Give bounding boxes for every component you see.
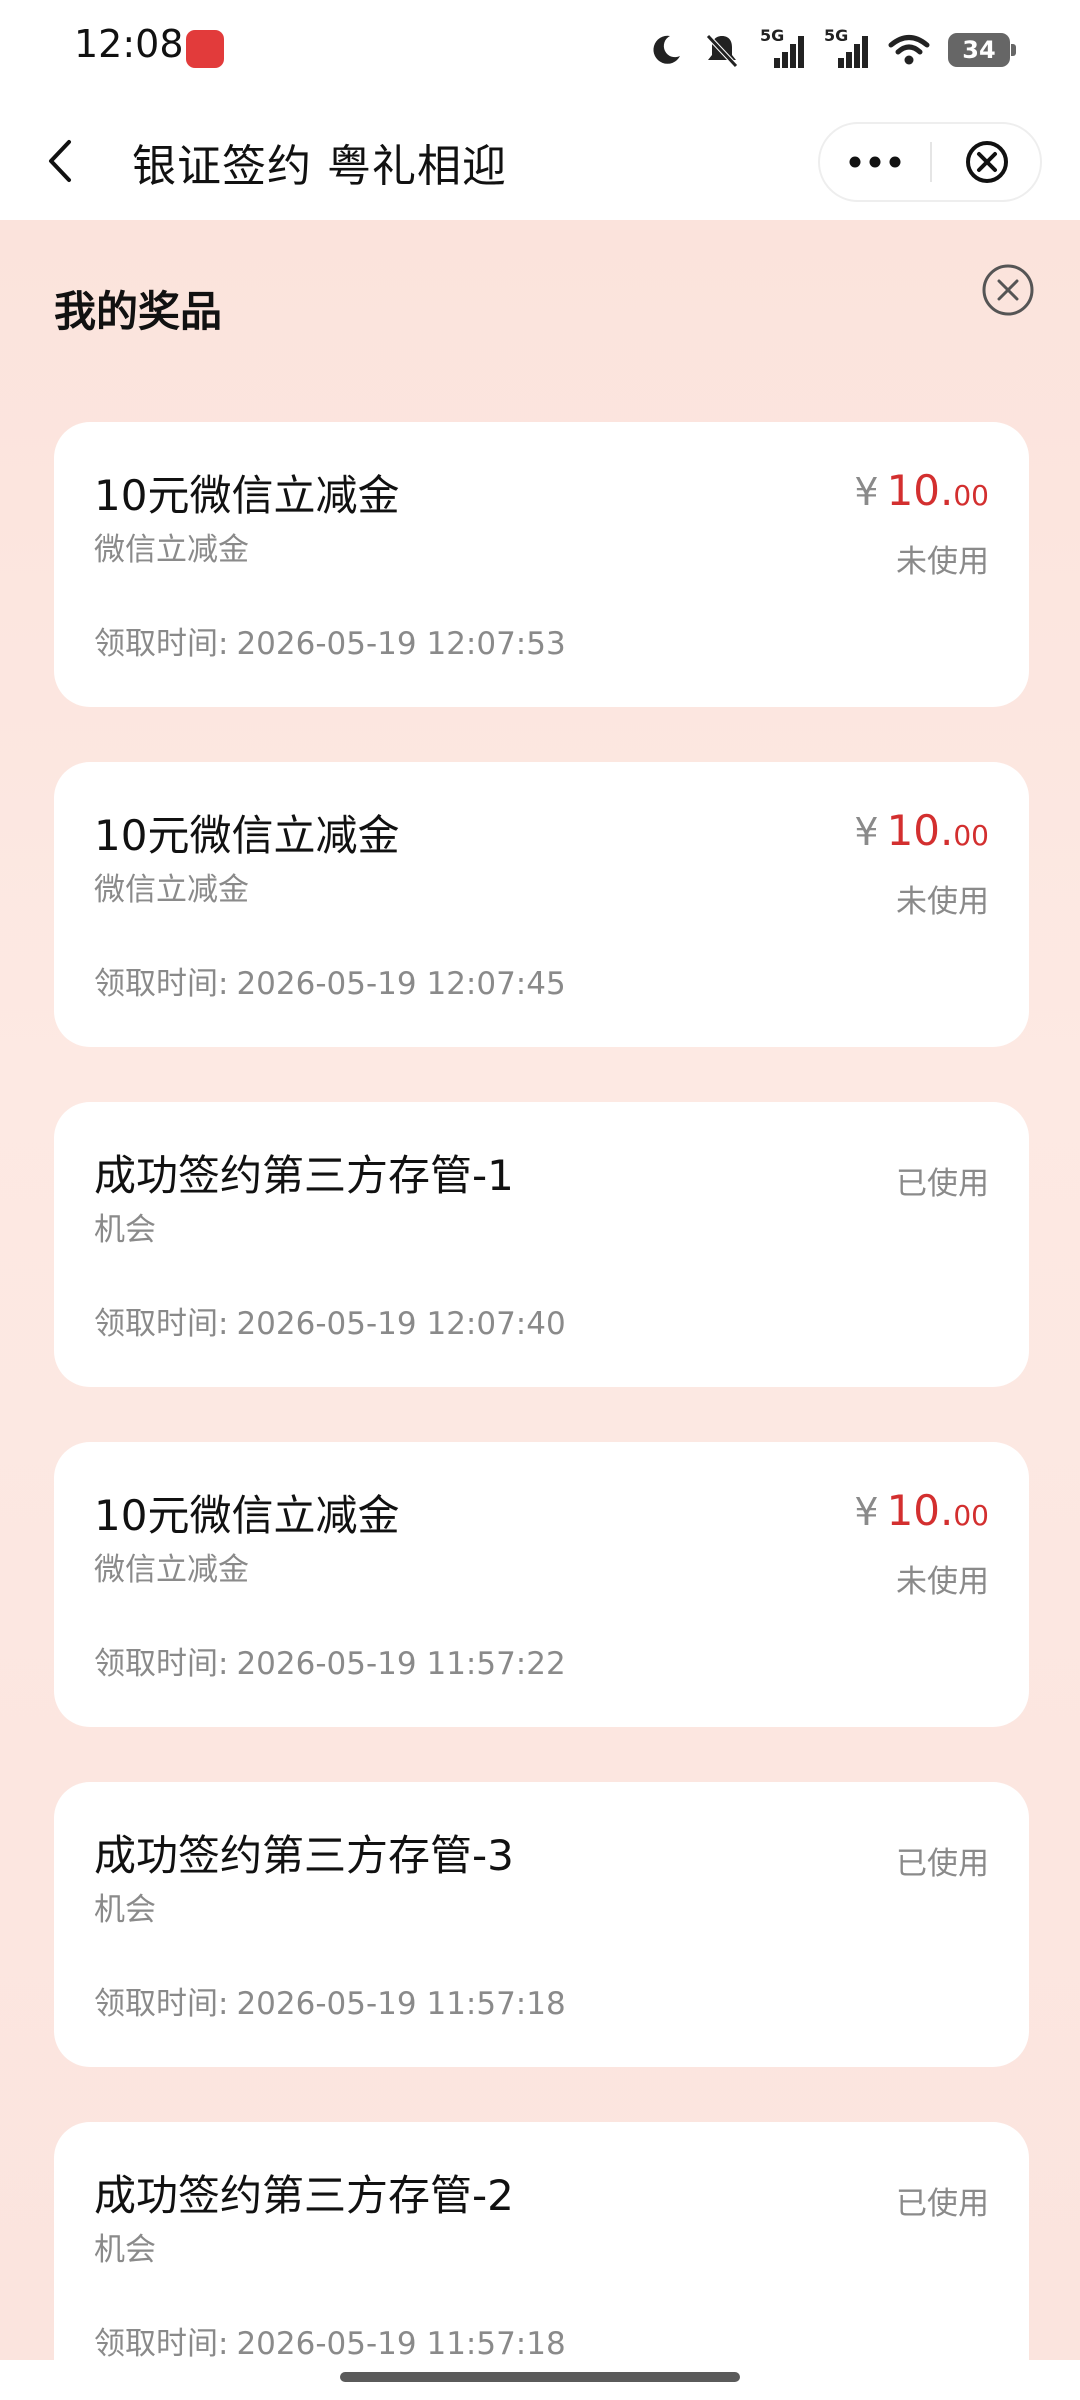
close-miniprogram-button[interactable] <box>932 124 1042 200</box>
prize-title: 10元微信立减金 <box>94 1491 400 1540</box>
currency-symbol: ¥ <box>854 470 879 514</box>
claim-time-value: 2026-05-19 12:07:53 <box>236 626 566 662</box>
prize-card[interactable]: 10元微信立减金 微信立减金 领取时间: 2026-05-19 12:07:45 … <box>54 762 1029 1047</box>
amount-decimal: 00 <box>953 819 989 852</box>
prize-type: 微信立减金 <box>94 532 249 568</box>
more-dots-icon <box>849 156 901 168</box>
prize-status: 未使用 <box>896 884 989 920</box>
amount-integer: 10. <box>886 806 954 855</box>
prize-claim-time: 领取时间: 2026-05-19 12:07:53 <box>94 618 566 663</box>
prize-title: 成功签约第三方存管-1 <box>94 1151 514 1200</box>
claim-time-label: 领取时间: <box>94 1986 229 2022</box>
prize-type: 机会 <box>94 1892 156 1928</box>
back-button[interactable] <box>30 126 90 196</box>
prize-card[interactable]: 成功签约第三方存管-3 机会 领取时间: 2026-05-19 11:57:18 … <box>54 1782 1029 2067</box>
prize-amount: ¥10. 00 <box>854 1486 989 1535</box>
claim-time-label: 领取时间: <box>94 1306 229 1342</box>
prize-title: 成功签约第三方存管-2 <box>94 2171 514 2220</box>
more-button[interactable] <box>820 124 930 200</box>
prize-claim-time: 领取时间: 2026-05-19 11:57:22 <box>94 1638 566 1683</box>
prize-title: 10元微信立减金 <box>94 811 400 860</box>
mini-program-capsule <box>818 122 1042 202</box>
home-indicator[interactable] <box>340 2372 740 2382</box>
prize-status: 已使用 <box>896 2186 989 2222</box>
prize-list: 10元微信立减金 微信立减金 领取时间: 2026-05-19 12:07:53 … <box>54 422 1029 2360</box>
prize-amount: ¥10. 00 <box>854 806 989 855</box>
status-bar: 12:08 5G 5G 34 <box>0 0 1080 100</box>
amount-integer: 10. <box>886 1486 954 1535</box>
prize-card[interactable]: 10元微信立减金 微信立减金 领取时间: 2026-05-19 12:07:53 … <box>54 422 1029 707</box>
prize-title: 成功签约第三方存管-3 <box>94 1831 514 1880</box>
do-not-disturb-moon-icon <box>653 35 680 64</box>
amount-decimal: 00 <box>953 1499 989 1532</box>
prize-status: 已使用 <box>896 1846 989 1882</box>
prize-card[interactable]: 10元微信立减金 微信立减金 领取时间: 2026-05-19 11:57:22 … <box>54 1442 1029 1727</box>
page-title: 银证签约 粤礼相迎 <box>132 141 507 192</box>
prize-claim-time: 领取时间: 2026-05-19 12:07:45 <box>94 958 566 1003</box>
prize-claim-time: 领取时间: 2026-05-19 11:57:18 <box>94 2318 566 2360</box>
prize-amount: ¥10. 00 <box>854 466 989 515</box>
claim-time-label: 领取时间: <box>94 966 229 1002</box>
prize-type: 微信立减金 <box>94 872 249 908</box>
status-icons: 5G 5G 34 <box>648 26 1016 72</box>
wifi-icon <box>888 35 930 65</box>
navigation-bar: 银证签约 粤礼相迎 <box>0 100 1080 220</box>
battery-indicator: 34 <box>948 33 1016 67</box>
claim-time-value: 2026-05-19 11:57:22 <box>236 1646 566 1682</box>
claim-time-value: 2026-05-19 11:57:18 <box>236 2326 566 2360</box>
prizes-panel: 我的奖品 10元微信立减金 微信立减金 领取时间: 2026-05-19 12:0… <box>0 220 1080 2360</box>
claim-time-label: 领取时间: <box>94 1646 229 1682</box>
prize-card[interactable]: 成功签约第三方存管-2 机会 领取时间: 2026-05-19 11:57:18 … <box>54 2122 1029 2360</box>
amount-integer: 10. <box>886 466 954 515</box>
prize-title: 10元微信立减金 <box>94 471 400 520</box>
claim-time-value: 2026-05-19 11:57:18 <box>236 1986 566 2022</box>
app-notification-icon <box>186 30 224 68</box>
signal-bars-icon <box>838 36 868 68</box>
currency-symbol: ¥ <box>854 1490 879 1534</box>
prize-type: 机会 <box>94 1212 156 1248</box>
prize-card[interactable]: 成功签约第三方存管-1 机会 领取时间: 2026-05-19 12:07:40 … <box>54 1102 1029 1387</box>
close-circle-icon <box>982 264 1034 316</box>
close-circle-icon <box>966 141 1008 183</box>
prize-type: 机会 <box>94 2232 156 2268</box>
prize-claim-time: 领取时间: 2026-05-19 12:07:40 <box>94 1298 566 1343</box>
panel-close-button[interactable] <box>980 262 1036 318</box>
currency-symbol: ¥ <box>854 810 879 854</box>
cellular-signal-1: 5G <box>760 26 806 70</box>
claim-time-label: 领取时间: <box>94 626 229 662</box>
claim-time-label: 领取时间: <box>94 2326 229 2360</box>
chevron-left-icon <box>49 140 71 182</box>
silent-bell-icon <box>706 34 738 68</box>
claim-time-value: 2026-05-19 12:07:45 <box>236 966 566 1002</box>
amount-decimal: 00 <box>953 479 989 512</box>
signal-bars-icon <box>774 36 804 68</box>
prize-status: 已使用 <box>896 1166 989 1202</box>
status-time: 12:08 <box>74 22 184 66</box>
claim-time-value: 2026-05-19 12:07:40 <box>236 1306 566 1342</box>
cellular-signal-2: 5G <box>824 26 870 70</box>
panel-title: 我的奖品 <box>54 287 223 336</box>
prize-type: 微信立减金 <box>94 1552 249 1588</box>
prize-claim-time: 领取时间: 2026-05-19 11:57:18 <box>94 1978 566 2023</box>
prize-status: 未使用 <box>896 1564 989 1600</box>
prize-status: 未使用 <box>896 544 989 580</box>
